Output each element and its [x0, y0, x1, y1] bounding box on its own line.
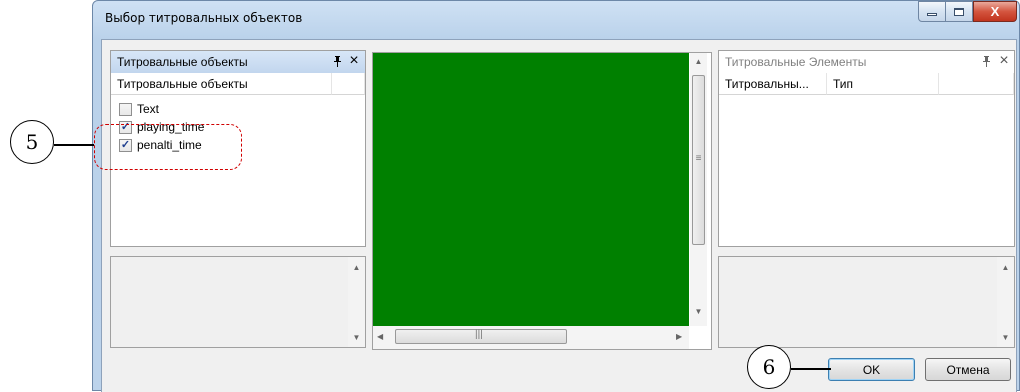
titling-elements-panel-header: Титровальные Элементы — [719, 51, 1014, 73]
left-properties-panel: ▲ ▼ — [110, 256, 366, 348]
window-title: Выбор титровальных объектов — [105, 11, 303, 25]
right-properties-panel: ▲ ▼ — [718, 256, 1015, 348]
checkbox-text[interactable] — [119, 102, 132, 116]
scroll-down-icon[interactable]: ▼ — [348, 333, 365, 342]
ok-button[interactable]: OK — [828, 358, 915, 381]
scroll-down-icon[interactable]: ▼ — [690, 307, 707, 316]
column-header-empty — [939, 73, 1014, 95]
pin-icon[interactable] — [979, 54, 993, 68]
list-item-label: Text — [137, 102, 160, 116]
left-lower-scrollbar[interactable]: ▲ ▼ — [348, 257, 365, 347]
callout-5: 5 — [10, 120, 54, 164]
preview-horizontal-scrollbar[interactable]: ◀ ||| ▶ — [373, 326, 689, 349]
right-lower-scrollbar[interactable]: ▲ ▼ — [997, 257, 1014, 347]
close-button[interactable]: X — [973, 1, 1017, 22]
scroll-up-icon[interactable]: ▲ — [690, 57, 707, 66]
minimize-icon — [927, 13, 937, 16]
titling-elements-panel-title: Титровальные Элементы — [725, 55, 867, 69]
titling-objects-panel-header: Титровальные объекты — [111, 51, 365, 73]
scroll-left-icon[interactable]: ◀ — [377, 332, 383, 341]
callout-5-highlight — [94, 124, 242, 170]
maximize-button[interactable] — [946, 1, 973, 22]
panel-close-icon[interactable]: × — [347, 52, 361, 69]
column-header-titling-elements[interactable]: Титровальны... — [719, 73, 827, 95]
close-icon: X — [990, 4, 1000, 19]
preview-area: ▲ ≡ ▼ ◀ ||| ▶ — [372, 52, 712, 350]
titling-elements-panel: Титровальные Элементы × Титровальны... Т… — [718, 50, 1015, 247]
column-header-type[interactable]: Тип — [827, 73, 939, 95]
callout-6: 6 — [747, 345, 791, 389]
scroll-right-icon[interactable]: ▶ — [676, 332, 682, 341]
preview-vertical-scrollbar[interactable]: ▲ ≡ ▼ — [690, 53, 707, 326]
scroll-down-icon[interactable]: ▼ — [997, 333, 1014, 342]
minimize-button[interactable] — [918, 1, 946, 22]
scrollbar-grip-icon: ||| — [475, 329, 483, 340]
column-header-titling-objects[interactable]: Титровальные объекты — [111, 73, 332, 95]
list-item-text[interactable]: Text — [119, 101, 159, 117]
pin-icon[interactable] — [330, 54, 344, 68]
dialog-window: Выбор титровальных объектов X Титровальн… — [92, 0, 1020, 392]
titling-objects-panel-title: Титровальные объекты — [117, 55, 248, 69]
preview-canvas — [373, 53, 689, 326]
panel-close-icon[interactable]: × — [997, 52, 1011, 69]
scrollbar-grip-icon: ≡ — [695, 153, 702, 164]
callout-6-leader — [791, 368, 831, 370]
cancel-button[interactable]: Отмена — [925, 358, 1011, 381]
scroll-up-icon[interactable]: ▲ — [997, 263, 1014, 272]
callout-5-leader — [54, 144, 94, 146]
column-header-empty — [332, 73, 365, 95]
scroll-up-icon[interactable]: ▲ — [348, 263, 365, 272]
dialog-client-area: Титровальные объекты × Титровальные объе… — [101, 39, 1017, 392]
maximize-icon — [954, 7, 964, 16]
